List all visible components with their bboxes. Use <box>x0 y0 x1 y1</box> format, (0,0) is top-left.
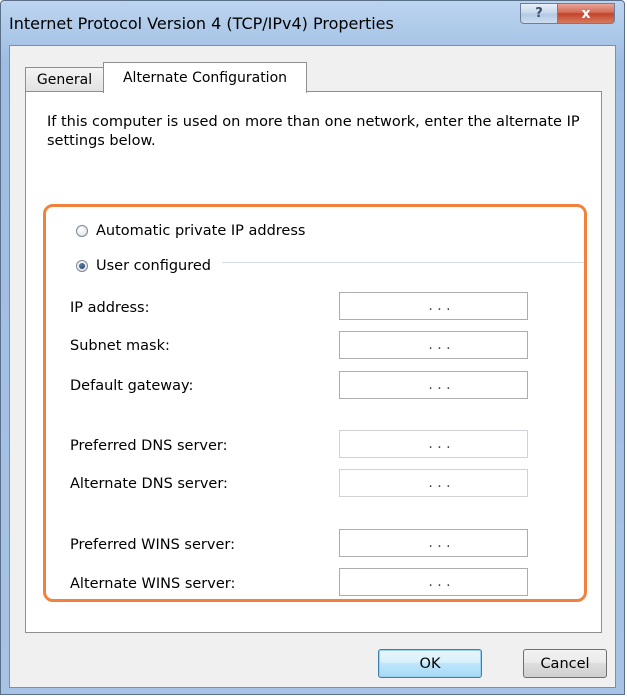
alternate-dns-label: Alternate DNS server: <box>70 476 228 492</box>
alternate-wins-label: Alternate WINS server: <box>70 576 236 592</box>
automatic-ip-option[interactable]: Automatic private IP address <box>76 223 305 239</box>
subnet-mask-input[interactable]: . . . <box>339 331 528 359</box>
default-gateway-label: Default gateway: <box>70 378 194 394</box>
preferred-dns-label: Preferred DNS server: <box>70 438 228 454</box>
user-configured-option[interactable]: User configured <box>76 258 211 274</box>
groupbox-right-border <box>586 262 587 552</box>
cancel-button[interactable]: Cancel <box>523 649 607 678</box>
help-icon: ? <box>535 6 543 21</box>
window-title: Internet Protocol Version 4 (TCP/IPv4) P… <box>9 14 394 33</box>
preferred-wins-input[interactable]: . . . <box>339 529 528 557</box>
close-icon: x <box>581 5 591 22</box>
title-bar[interactable]: Internet Protocol Version 4 (TCP/IPv4) P… <box>1 1 624 45</box>
preferred-wins-label: Preferred WINS server: <box>70 537 235 553</box>
automatic-ip-radio[interactable] <box>76 225 88 237</box>
dialog-window: Internet Protocol Version 4 (TCP/IPv4) P… <box>0 0 625 695</box>
user-configured-label: User configured <box>96 258 211 274</box>
groupbox-top-border <box>222 262 587 263</box>
user-configured-radio[interactable] <box>76 260 88 272</box>
dialog-client-area: General Alternate Configuration If this … <box>9 45 616 688</box>
tab-panel: If this computer is used on more than on… <box>25 91 602 633</box>
ip-address-input[interactable]: . . . <box>339 292 528 320</box>
alternate-wins-input[interactable]: . . . <box>339 568 528 596</box>
alternate-dns-input[interactable]: . . . <box>339 469 528 497</box>
ok-button[interactable]: OK <box>378 649 482 678</box>
ip-address-label: IP address: <box>70 300 150 316</box>
preferred-dns-input[interactable]: . . . <box>339 430 528 458</box>
close-button[interactable]: x <box>557 3 615 24</box>
default-gateway-input[interactable]: . . . <box>339 371 528 399</box>
subnet-mask-label: Subnet mask: <box>70 338 170 354</box>
tab-alternate-configuration[interactable]: Alternate Configuration <box>103 62 307 93</box>
description-text: If this computer is used on more than on… <box>47 114 580 149</box>
help-button[interactable]: ? <box>520 3 558 24</box>
tab-general[interactable]: General <box>25 67 104 91</box>
automatic-ip-label: Automatic private IP address <box>96 223 306 239</box>
